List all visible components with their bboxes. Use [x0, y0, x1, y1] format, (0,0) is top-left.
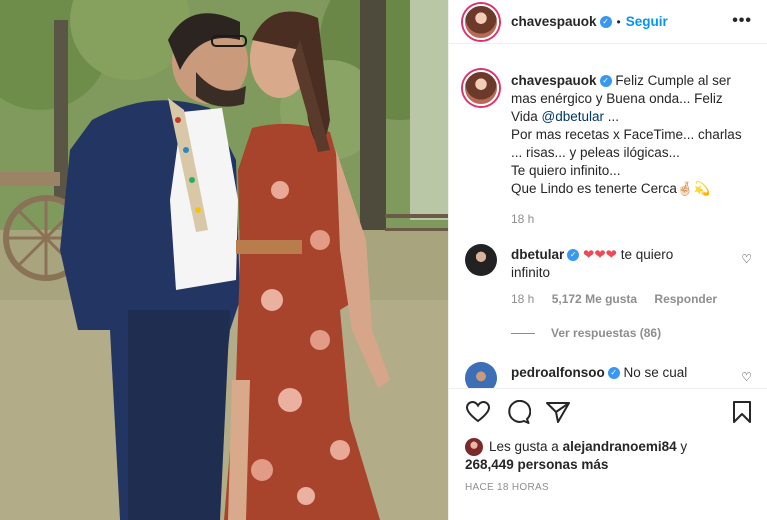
mention-link[interactable]: @dbetular — [542, 109, 605, 124]
comment-text: dbetular ✓ ❤❤❤ te quiero infinito — [511, 246, 731, 282]
action-bar — [465, 398, 753, 428]
comment-text: pedroalfonsoo ✓ No se cual — [511, 364, 731, 382]
verified-badge-icon: ✓ — [567, 249, 580, 262]
commenter-avatar[interactable] — [465, 362, 497, 388]
view-replies-label[interactable]: Ver respuestas (86) — [551, 326, 661, 340]
likes-count[interactable]: 268,449 personas más — [465, 457, 608, 472]
comment-likes[interactable]: 5,172 Me gusta — [552, 292, 637, 306]
comment-text-1: No se cual — [623, 365, 688, 380]
verified-badge-icon: ✓ — [599, 75, 612, 88]
commenter-username[interactable]: dbetular — [511, 247, 564, 262]
follow-button[interactable]: Seguir — [626, 14, 668, 29]
couple-photo-illustration — [0, 0, 448, 520]
share-icon[interactable] — [545, 400, 571, 424]
comment-time[interactable]: 18 h — [511, 292, 534, 306]
header-user-line: chavespauok ✓ • Seguir — [511, 13, 668, 31]
caption-avatar[interactable] — [463, 70, 499, 106]
caption-line-4: Por mas recetas x FaceTime... charlas — [511, 127, 742, 142]
liker-username[interactable]: alejandranoemi84 — [563, 439, 677, 454]
comment-like-icon[interactable]: ♡ — [741, 370, 752, 384]
likes-summary: Les gusta a alejandranoemi84 y 268,449 p… — [465, 438, 687, 474]
comment-meta: 18 h 5,172 Me gusta Responder — [511, 292, 717, 306]
comment-like-icon[interactable]: ♡ — [741, 252, 752, 266]
post-timestamp[interactable]: HACE 18 HORAS — [465, 482, 549, 493]
likes-prefix: Les gusta a — [489, 439, 563, 454]
hearts-emoji: ❤❤❤ — [583, 247, 617, 262]
replies-line — [511, 333, 535, 335]
caption-line-2: mas enérgico y Buena onda... Feliz — [511, 91, 723, 106]
verified-badge-icon: ✓ — [607, 367, 620, 380]
bookmark-icon[interactable] — [731, 400, 753, 424]
post-photo[interactable] — [0, 0, 448, 520]
caption-username[interactable]: chavespauok — [511, 73, 597, 88]
comment-text-1: te quiero — [616, 247, 674, 262]
author-username[interactable]: chavespauok — [511, 14, 597, 29]
caption-line-6: Te quiero infinito... — [511, 163, 621, 178]
post-header: chavespauok ✓ • Seguir ••• — [449, 0, 767, 44]
post-sidebar: chavespauok ✓ • Seguir ••• chavespauok ✓ Fel… — [448, 0, 767, 520]
caption-line-3-suffix: ... — [604, 109, 620, 124]
like-icon[interactable] — [465, 400, 491, 424]
more-options-icon[interactable]: ••• — [732, 12, 752, 30]
commenter-username[interactable]: pedroalfonsoo — [511, 365, 605, 380]
likes-joiner: y — [676, 439, 688, 454]
separator-dot: • — [616, 15, 621, 29]
verified-badge-icon: ✓ — [599, 15, 612, 28]
comment-icon[interactable] — [505, 400, 531, 424]
commenter-avatar[interactable] — [465, 244, 497, 276]
caption-line-5: ... risas... y peleas ilógicas... — [511, 145, 680, 160]
caption-text: chavespauok ✓ Feliz Cumple al ser mas ené… — [511, 72, 761, 228]
view-replies[interactable]: Ver respuestas (86) — [511, 326, 661, 340]
author-avatar[interactable] — [463, 4, 499, 40]
caption-line-1: Feliz Cumple al ser — [615, 73, 731, 88]
reply-button[interactable]: Responder — [654, 292, 717, 306]
comment-text-2: infinito — [511, 265, 551, 280]
caption-time[interactable]: 18 h — [511, 210, 761, 228]
caption-line-7: Que Lindo es tenerte Cerca🤞🏻💫 — [511, 181, 711, 196]
comments-list[interactable]: chavespauok ✓ Feliz Cumple al ser mas ené… — [449, 58, 767, 388]
caption-line-3-prefix: Vida — [511, 109, 542, 124]
liker-avatar[interactable] — [465, 438, 483, 457]
actions-divider — [449, 388, 767, 389]
